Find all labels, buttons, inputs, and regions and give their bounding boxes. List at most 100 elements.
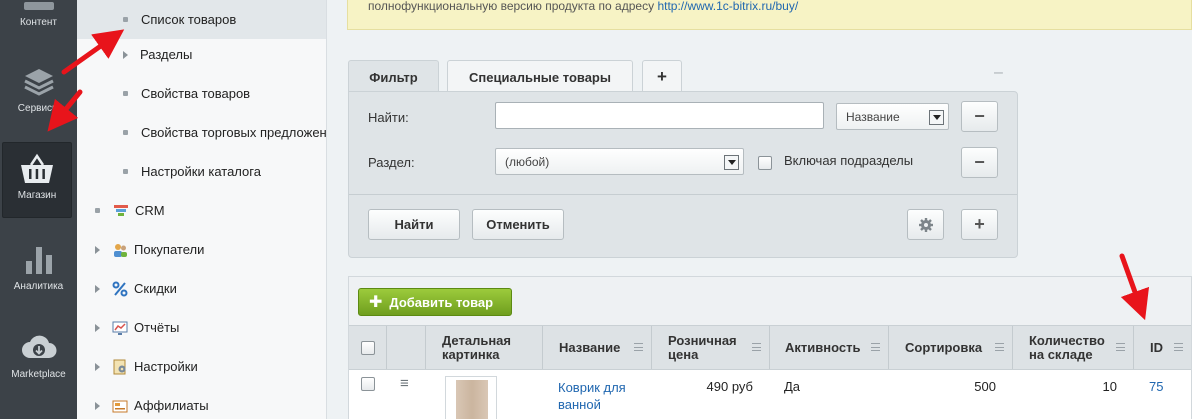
column-label: ID — [1150, 339, 1163, 355]
buy-link[interactable]: http://www.1c-bitrix.ru/buy/ — [657, 0, 798, 13]
find-field-select[interactable]: Название — [836, 103, 949, 130]
column-label: Название — [559, 339, 621, 355]
product-id-link[interactable]: 75 — [1149, 379, 1163, 394]
bar-chart-icon — [21, 242, 57, 278]
product-quantity: 10 — [1102, 379, 1117, 394]
product-price: 490 руб — [706, 379, 753, 394]
remove-section-condition-button[interactable]: − — [961, 147, 998, 178]
expand-arrow-icon[interactable] — [95, 284, 100, 293]
select-all-checkbox[interactable] — [360, 340, 375, 355]
find-input[interactable] — [495, 102, 824, 129]
trial-notice: полнофункциональную версию продукта по а… — [347, 0, 1192, 30]
crm-funnel-icon — [113, 203, 129, 219]
find-button[interactable]: Найти — [368, 209, 460, 240]
remove-find-condition-button[interactable]: − — [961, 101, 998, 132]
menu-item-label: Свойства товаров — [141, 86, 251, 101]
tab-filter[interactable]: Фильтр — [348, 60, 439, 93]
column-label: Активность — [785, 339, 861, 355]
main-rail: Контент Сервисы Магазин Аналитика Market… — [0, 0, 77, 419]
bullet-icon — [123, 130, 128, 135]
add-product-button[interactable]: ✚ Добавить товар — [358, 288, 512, 316]
column-menu-icon[interactable] — [1116, 343, 1125, 351]
menu-item-offer-properties[interactable]: Свойства торговых предложен — [77, 113, 327, 152]
add-product-label: Добавить товар — [389, 294, 494, 310]
main-content: полнофункциональную версию продукта по а… — [327, 0, 1192, 419]
collapse-filter-button[interactable]: – — [994, 64, 1003, 82]
menu-item-product-properties[interactable]: Свойства товаров — [77, 74, 326, 113]
dropdown-arrow-icon — [929, 110, 944, 125]
rail-label: Аналитика — [13, 281, 64, 292]
settings-doc-icon — [112, 359, 128, 375]
section-select[interactable]: (любой) — [495, 148, 744, 175]
column-header-price[interactable]: Розничная цена — [652, 326, 770, 369]
filter-settings-button[interactable] — [907, 209, 944, 240]
menu-item-crm[interactable]: CRM — [77, 191, 326, 230]
grid-header: Детальная картинка Название Розничная це… — [349, 325, 1191, 370]
select-all-cell — [349, 326, 387, 369]
include-subsections-checkbox[interactable] — [758, 156, 772, 170]
expand-arrow-icon[interactable] — [95, 245, 100, 254]
expand-arrow-icon[interactable] — [95, 401, 100, 410]
basket-icon — [19, 151, 55, 187]
column-menu-icon[interactable] — [995, 343, 1004, 351]
column-header-name[interactable]: Название — [543, 326, 652, 369]
rail-label: Контент — [19, 17, 58, 28]
bullet-icon — [123, 169, 128, 174]
column-menu-icon[interactable] — [1174, 343, 1183, 351]
plus-icon: ✚ — [369, 294, 383, 311]
rail-label: Marketplace — [11, 369, 66, 380]
section-value: (любой) — [505, 154, 550, 169]
rail-item-analytics[interactable]: Аналитика — [0, 242, 77, 300]
find-label: Найти: — [368, 110, 409, 125]
rail-item-services[interactable]: Сервисы — [0, 64, 77, 122]
column-header-id[interactable]: ID — [1134, 326, 1191, 369]
add-filter-condition-button[interactable]: + — [961, 209, 998, 240]
report-icon — [112, 320, 128, 336]
section-label: Раздел: — [368, 155, 415, 170]
menu-item-settings[interactable]: Настройки — [77, 347, 326, 386]
rail-item-content[interactable]: Контент — [0, 0, 77, 42]
menu-item-label: CRM — [135, 203, 165, 218]
users-icon — [112, 242, 128, 258]
menu-item-label: Настройки — [134, 359, 198, 374]
cancel-button[interactable]: Отменить — [472, 209, 564, 240]
rail-item-shop[interactable]: Магазин — [2, 142, 72, 218]
menu-item-discounts[interactable]: Скидки — [77, 269, 326, 308]
column-header-quantity[interactable]: Количество на складе — [1013, 326, 1134, 369]
filter-body: Найти: Название − Раздел: (любой) Включа… — [348, 91, 1018, 258]
menu-item-customers[interactable]: Покупатели — [77, 230, 326, 269]
bullet-icon — [95, 208, 100, 213]
column-header-image[interactable]: Детальная картинка — [426, 326, 543, 369]
menu-item-reports[interactable]: Отчёты — [77, 308, 326, 347]
find-field-value: Название — [846, 109, 900, 124]
rail-item-marketplace[interactable]: Marketplace — [0, 330, 77, 388]
table-row[interactable]: ≡ Коврик для ванной 490 руб Да 500 10 75 — [349, 371, 1191, 419]
menu-item-affiliates[interactable]: Аффилиаты — [77, 386, 326, 419]
menu-item-label: Отчёты — [134, 320, 180, 335]
expand-arrow-icon[interactable] — [123, 50, 128, 59]
column-menu-icon[interactable] — [752, 343, 761, 351]
actions-header — [387, 326, 426, 369]
product-name-link[interactable]: Коврик для ванной — [558, 379, 648, 413]
column-header-sort[interactable]: Сортировка — [889, 326, 1013, 369]
menu-item-label: Список товаров — [141, 12, 237, 27]
column-menu-icon[interactable] — [871, 343, 880, 351]
column-label: Сортировка — [905, 339, 983, 355]
menu-item-catalog-settings[interactable]: Настройки каталога — [77, 152, 326, 191]
gear-icon — [918, 217, 933, 232]
expand-arrow-icon[interactable] — [95, 362, 100, 371]
row-actions-icon[interactable]: ≡ — [400, 375, 409, 392]
layers-icon — [21, 64, 57, 100]
product-thumbnail[interactable] — [445, 376, 497, 419]
menu-item-product-list[interactable]: Список товаров — [77, 0, 326, 39]
expand-arrow-icon[interactable] — [95, 323, 100, 332]
tab-add[interactable]: + — [642, 60, 682, 93]
menu-item-sections[interactable]: Разделы — [77, 35, 326, 74]
bullet-icon — [123, 17, 128, 22]
column-label: Розничная цена — [668, 332, 737, 362]
tab-special-products[interactable]: Специальные товары — [447, 60, 633, 93]
menu-item-label: Свойства торговых предложен — [141, 125, 327, 140]
row-checkbox[interactable] — [361, 377, 375, 391]
column-header-active[interactable]: Активность — [770, 326, 889, 369]
column-menu-icon[interactable] — [634, 343, 643, 351]
